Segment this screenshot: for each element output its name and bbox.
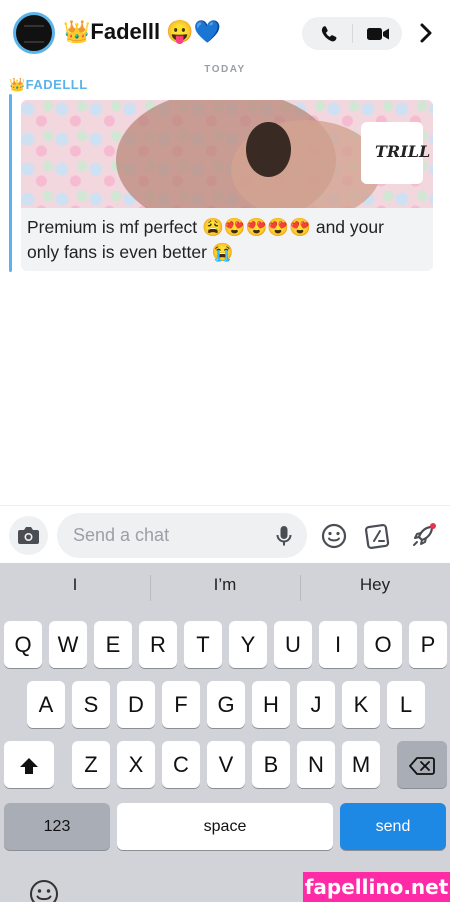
camera-icon — [18, 527, 39, 544]
key[interactable]: M — [342, 741, 380, 788]
key[interactable]: K — [342, 681, 380, 728]
message-text-line: Premium is mf perfect 😩😍😍😍😍 and your — [27, 217, 384, 237]
call-group — [302, 17, 402, 50]
key[interactable]: U — [274, 621, 312, 668]
suggestion-item[interactable]: I — [0, 575, 150, 595]
key[interactable]: D — [117, 681, 155, 728]
key[interactable]: J — [297, 681, 335, 728]
call-divider — [352, 24, 353, 43]
key[interactable]: W — [49, 621, 87, 668]
numbers-key[interactable]: 123 — [4, 803, 110, 850]
chat-input-bar — [0, 505, 450, 563]
key[interactable]: Q — [4, 621, 42, 668]
send-key[interactable]: send — [340, 803, 446, 850]
keyboard: I I’m Hey Q W E R T Y U I O P A S D F G … — [0, 563, 450, 902]
key[interactable]: B — [252, 741, 290, 788]
video-icon[interactable] — [360, 20, 396, 47]
smile-icon[interactable] — [320, 522, 348, 550]
backspace-icon — [409, 757, 435, 776]
key[interactable]: Y — [229, 621, 267, 668]
media-figure — [246, 122, 291, 177]
message-accent-bar — [9, 94, 12, 272]
key[interactable]: N — [297, 741, 335, 788]
message-text-line: only fans is even better 😭 — [27, 242, 234, 262]
backspace-key[interactable] — [397, 741, 447, 788]
key[interactable]: O — [364, 621, 402, 668]
key[interactable]: P — [409, 621, 447, 668]
key[interactable]: G — [207, 681, 245, 728]
key[interactable]: H — [252, 681, 290, 728]
chat-title[interactable]: 👑Fadelll 😛💙 — [63, 19, 221, 45]
key[interactable]: V — [207, 741, 245, 788]
media-attachment[interactable]: TRILL — [21, 100, 433, 208]
shift-key[interactable] — [4, 741, 54, 788]
chevron-right-icon[interactable] — [413, 20, 439, 46]
chat-header: 👑Fadelll 😛💙 — [0, 0, 450, 64]
key[interactable]: Z — [72, 741, 110, 788]
key[interactable]: T — [184, 621, 222, 668]
phone-icon[interactable] — [310, 20, 346, 47]
key[interactable]: L — [387, 681, 425, 728]
key[interactable]: A — [27, 681, 65, 728]
key[interactable]: S — [72, 681, 110, 728]
suggestion-item[interactable]: Hey — [300, 575, 450, 595]
sticker-icon[interactable] — [363, 522, 393, 550]
suggestion-item[interactable]: I’m — [150, 575, 300, 595]
emoji-icon[interactable] — [28, 878, 60, 902]
chat-input[interactable] — [57, 513, 307, 558]
camera-button[interactable] — [9, 516, 48, 555]
key[interactable]: C — [162, 741, 200, 788]
media-watermark: TRILL — [361, 122, 430, 184]
key[interactable]: I — [319, 621, 357, 668]
chat-screen: 👑Fadelll 😛💙 TODAY 👑FADELLL TRILL Premium… — [0, 0, 450, 902]
suggestion-bar: I I’m Hey — [0, 563, 450, 611]
space-key[interactable]: space — [117, 803, 333, 850]
site-watermark: fapellino.net — [303, 872, 450, 902]
key[interactable]: F — [162, 681, 200, 728]
shift-icon — [20, 758, 38, 775]
sender-name: 👑FADELLL — [9, 77, 88, 92]
key[interactable]: X — [117, 741, 155, 788]
microphone-icon[interactable] — [274, 524, 294, 548]
key[interactable]: R — [139, 621, 177, 668]
key[interactable]: E — [94, 621, 132, 668]
avatar[interactable] — [13, 12, 55, 54]
rocket-icon[interactable] — [408, 521, 438, 551]
message-bubble[interactable]: Premium is mf perfect 😩😍😍😍😍 and your onl… — [21, 208, 433, 271]
date-label: TODAY — [204, 64, 246, 75]
